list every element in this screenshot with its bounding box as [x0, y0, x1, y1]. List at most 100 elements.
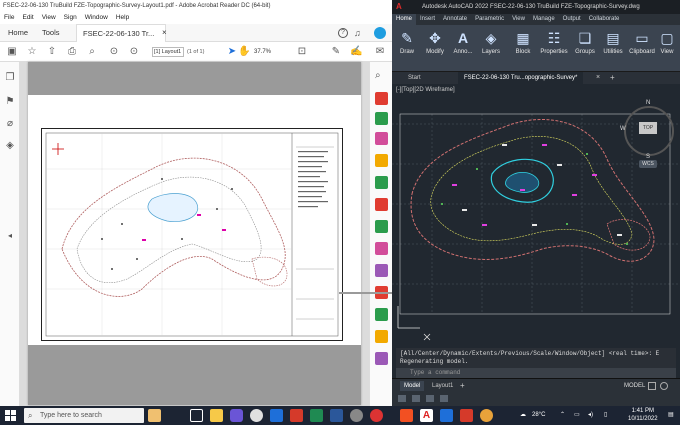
app-icon[interactable] [350, 409, 363, 422]
add-layout-icon[interactable]: + [456, 381, 469, 391]
more-tools-icon[interactable] [375, 330, 388, 343]
outlook-icon[interactable] [270, 409, 283, 422]
notification-icon[interactable]: ▤ [668, 406, 674, 425]
menu-sign[interactable]: Sign [64, 12, 77, 24]
viewcube-west[interactable]: W [620, 126, 626, 132]
cursor-icon[interactable]: ➤ [226, 46, 238, 58]
pdf-viewer[interactable] [20, 62, 369, 406]
taskbar-search-input[interactable]: Type here to search [24, 408, 144, 423]
compress-pdf-icon[interactable] [375, 220, 388, 233]
create-pdf-icon[interactable] [375, 112, 388, 125]
utilities-button[interactable]: ▤ Utilities [600, 27, 626, 69]
drawing-canvas[interactable]: [-][Top][2D Wireframe] N S W TOP WCS [392, 84, 680, 346]
tab-document[interactable]: FSEC-22-06-130 Tr... [76, 24, 166, 42]
ortho-icon[interactable] [398, 395, 406, 402]
revit-icon[interactable] [440, 409, 453, 422]
share-icon[interactable]: ✉ [374, 46, 386, 58]
page-down-icon[interactable]: ⊙ [128, 46, 140, 58]
app-icon-3[interactable] [480, 409, 493, 422]
collapse-left-icon[interactable]: ◂ [4, 230, 16, 242]
layers-icon[interactable]: ◈ [4, 140, 16, 152]
menu-window[interactable]: Window [85, 12, 108, 24]
combine-files-icon[interactable] [375, 176, 388, 189]
print-icon[interactable]: ⎙ [66, 46, 78, 58]
command-input[interactable]: Type a command [396, 368, 676, 378]
polar-icon[interactable] [412, 395, 420, 402]
bookmark-icon[interactable]: ⚑ [4, 96, 16, 108]
file-explorer-icon[interactable] [210, 409, 223, 422]
ribbon-tab-collaborate[interactable]: Collaborate [585, 14, 624, 25]
app-icon-2[interactable] [370, 409, 383, 422]
file-tab-drawing[interactable]: FSEC-22-06-130 Tru...opographic-Survey* [458, 72, 584, 84]
scan-ocr-icon[interactable] [375, 308, 388, 321]
ribbon-tab-annotate[interactable]: Annotate [439, 14, 471, 25]
menu-edit[interactable]: Edit [22, 12, 33, 24]
search-tool-icon[interactable]: ⌕ [375, 70, 388, 83]
excel-icon[interactable] [310, 409, 323, 422]
help-icon[interactable]: ? [338, 28, 348, 38]
autocad-logo-icon[interactable]: A [396, 0, 402, 14]
tab-tools[interactable]: Tools [36, 24, 66, 42]
snap-icon[interactable] [660, 382, 668, 390]
taskbar-clock[interactable]: 1:41 PM 10/11/2022 [628, 407, 658, 423]
teams-icon[interactable] [230, 409, 243, 422]
grid-icon[interactable] [648, 382, 656, 390]
view-button[interactable]: ▢ View [656, 27, 678, 69]
save-icon[interactable]: ▣ [6, 46, 18, 58]
chrome-icon[interactable] [250, 409, 263, 422]
fill-sign-icon[interactable] [375, 242, 388, 255]
acrobat-pdf-icon[interactable] [460, 409, 473, 422]
menu-help[interactable]: Help [116, 12, 129, 24]
ribbon-tab-view[interactable]: View [508, 14, 529, 25]
layout-tab-layout1[interactable]: Layout1 [428, 381, 457, 391]
menu-file[interactable]: File [4, 12, 14, 24]
tray-chevron-icon[interactable]: ⌃ [560, 406, 565, 425]
modify-button[interactable]: ✥ Modify [422, 27, 448, 69]
account-avatar[interactable] [374, 27, 386, 39]
file-tab-start[interactable]: Start [402, 72, 427, 84]
attachment-icon[interactable]: ⌀ [4, 118, 16, 130]
acrobat-taskbar-icon[interactable] [290, 409, 303, 422]
menu-view[interactable]: View [42, 12, 56, 24]
word-icon[interactable] [330, 409, 343, 422]
comment-tool-icon[interactable] [375, 154, 388, 167]
groups-button[interactable]: ❏ Groups [572, 27, 598, 69]
page-number-field[interactable]: [1] Layout1 [152, 47, 184, 57]
new-tab-icon[interactable]: + [604, 72, 621, 84]
sign-icon[interactable]: ✍ [350, 46, 362, 58]
organize-pages-icon[interactable] [375, 198, 388, 211]
ribbon-tab-parametric[interactable]: Parametric [471, 14, 508, 25]
fit-page-icon[interactable]: ⊡ [296, 46, 308, 58]
star-icon[interactable]: ☆ [26, 46, 38, 58]
annotation-button[interactable]: A Anno... [450, 27, 476, 69]
page-up-icon[interactable]: ⊙ [108, 46, 120, 58]
wcs-menu[interactable]: WCS [639, 160, 657, 168]
ribbon-tab-output[interactable]: Output [559, 14, 585, 25]
layers-button[interactable]: ◈ Layers [478, 27, 504, 69]
weather-temp[interactable]: 28°C [532, 406, 545, 425]
properties-button[interactable]: ☷ Properties [538, 27, 570, 69]
network-icon[interactable]: ▭ [574, 406, 580, 425]
battery-icon[interactable]: ▯ [604, 406, 607, 425]
request-signature-icon[interactable] [375, 264, 388, 277]
office-icon[interactable] [400, 409, 413, 422]
clipboard-button[interactable]: ▭ Clipboard [628, 27, 656, 69]
stamp-icon[interactable] [375, 352, 388, 365]
bell-icon[interactable]: ♫ [354, 28, 364, 38]
volume-icon[interactable]: ◂) [588, 406, 593, 425]
search-highlight-icon[interactable] [148, 409, 161, 422]
edit-pdf-icon[interactable] [375, 132, 388, 145]
layout-tab-model[interactable]: Model [400, 381, 425, 391]
viewcube-north[interactable]: N [646, 100, 650, 106]
autocad-taskbar-icon[interactable]: A [420, 409, 433, 422]
lineweight-icon[interactable] [440, 395, 448, 402]
hand-icon[interactable]: ✋ [238, 46, 250, 58]
task-view-icon[interactable] [190, 409, 203, 422]
block-button[interactable]: ▦ Block [510, 27, 536, 69]
ribbon-tab-insert[interactable]: Insert [416, 14, 439, 25]
model-space-toggle[interactable]: MODEL [624, 381, 645, 391]
thumbnails-icon[interactable]: ❐ [4, 72, 16, 84]
viewcube-top-face[interactable]: TOP [639, 122, 657, 134]
export-pdf-icon[interactable] [375, 92, 388, 105]
zoom-icon[interactable]: ⌕ [86, 46, 98, 58]
